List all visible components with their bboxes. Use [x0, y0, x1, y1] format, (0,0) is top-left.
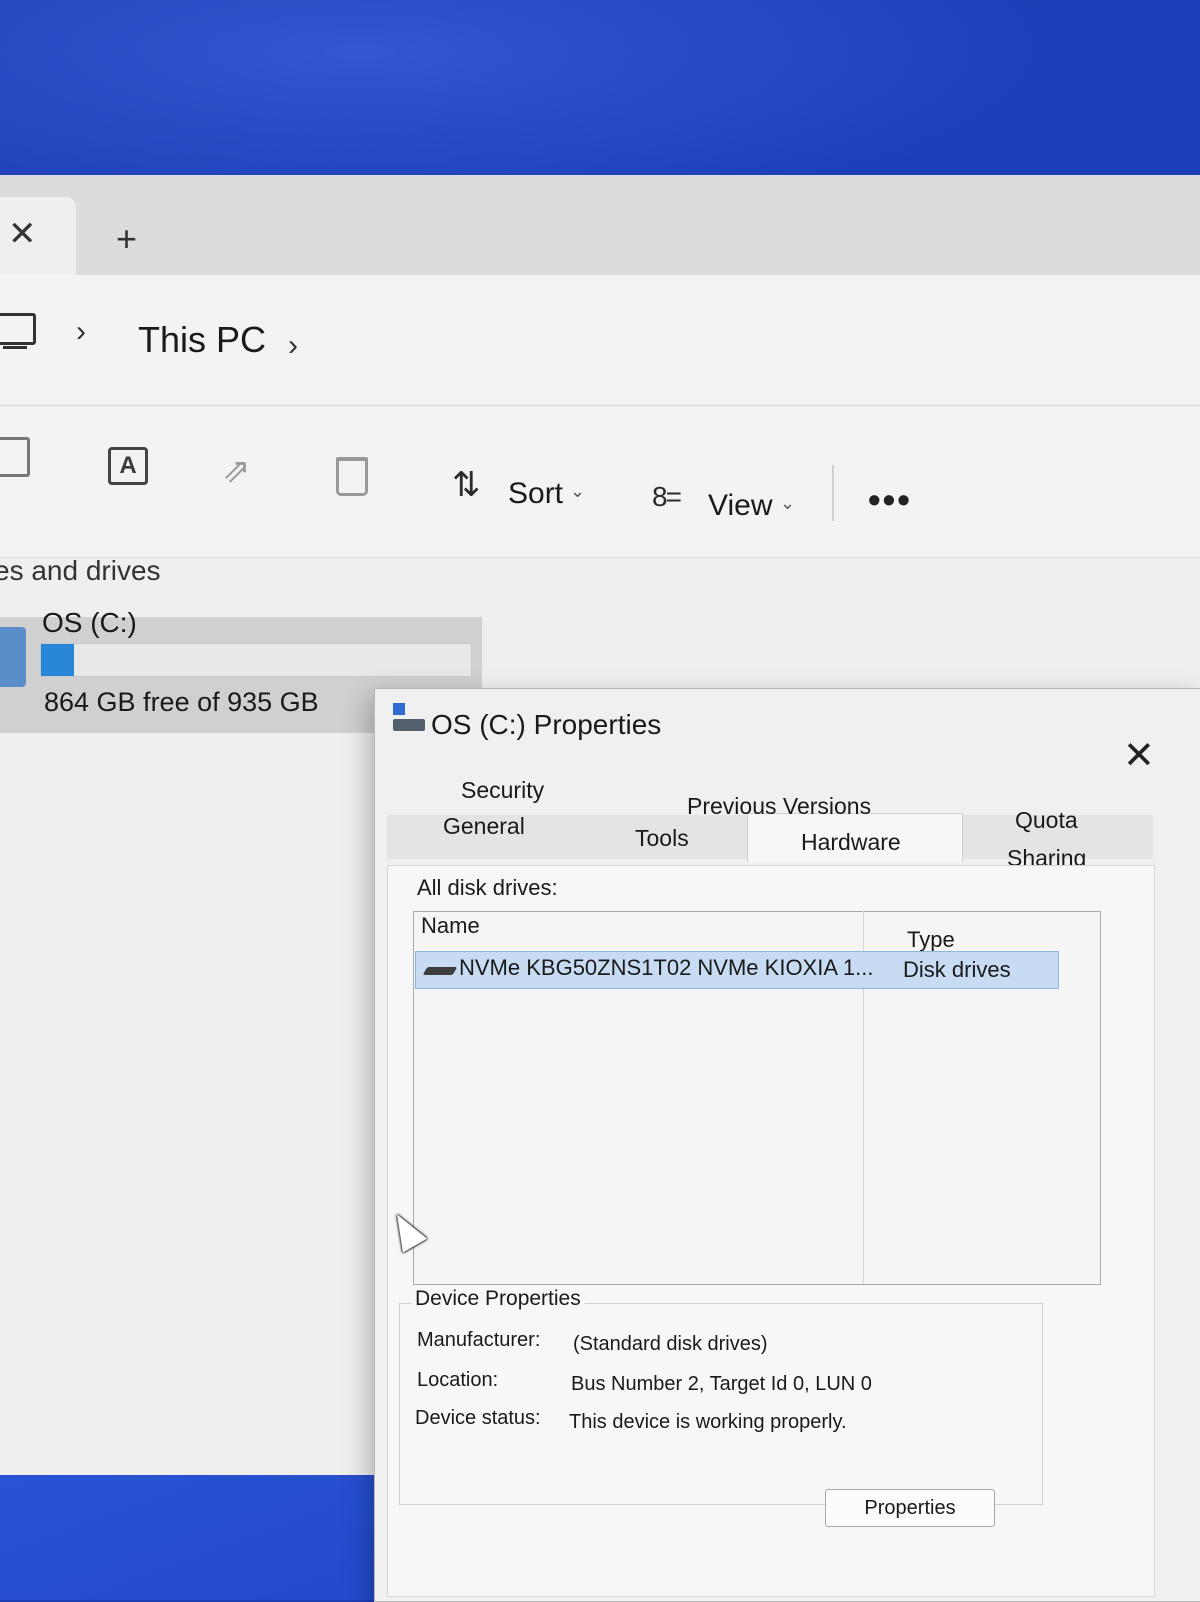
location-value: Bus Number 2, Target Id 0, LUN 0 — [571, 1373, 872, 1395]
column-header-type[interactable]: Type — [907, 927, 955, 953]
tab-security[interactable]: Security — [461, 777, 544, 804]
tab-general[interactable]: General — [443, 813, 525, 840]
drive-icon — [0, 627, 26, 687]
chevron-down-icon[interactable]: ⌄ — [780, 493, 795, 514]
toolbar-divider — [832, 465, 834, 521]
breadcrumb-chevron-icon[interactable]: › — [288, 329, 298, 363]
drive-free-space: 864 GB free of 935 GB — [44, 687, 319, 717]
rename-icon[interactable]: A — [108, 447, 148, 485]
tab-bar: ✕ + — [0, 175, 1200, 275]
device-status-label: Device status: — [415, 1407, 541, 1429]
manufacturer-value: (Standard disk drives) — [573, 1333, 768, 1355]
location-label: Location: — [417, 1369, 499, 1391]
column-header-name[interactable]: Name — [421, 913, 480, 939]
more-options-icon[interactable]: ••• — [868, 479, 912, 521]
dialog-title: OS (C:) Properties — [431, 709, 662, 740]
devices-and-drives-heading: es and drives — [0, 555, 161, 586]
close-icon[interactable]: ✕ — [1123, 737, 1155, 775]
tab-quota[interactable]: Quota — [1015, 807, 1078, 834]
drive-usage-bar — [40, 643, 472, 677]
properties-button[interactable]: Properties — [825, 1489, 995, 1527]
all-disk-drives-label: All disk drives: — [417, 875, 558, 900]
tab-hardware[interactable]: Hardware — [801, 829, 901, 856]
delete-icon[interactable] — [336, 457, 368, 496]
breadcrumb-chevron-icon[interactable]: › — [76, 315, 86, 349]
tab-previous-versions[interactable]: Previous Versions — [687, 793, 871, 820]
sort-button[interactable]: Sort — [508, 477, 563, 511]
device-status-value: This device is working properly. — [569, 1411, 847, 1433]
new-tab-icon[interactable]: + — [116, 221, 137, 257]
tab-close-icon[interactable]: ✕ — [8, 217, 37, 251]
chevron-down-icon[interactable]: ⌄ — [570, 481, 585, 502]
share-icon[interactable]: ⇗ — [222, 451, 251, 491]
view-icon[interactable]: 8= — [652, 481, 682, 513]
manufacturer-label: Manufacturer: — [417, 1329, 541, 1351]
sort-icon[interactable]: ⇅ — [452, 465, 481, 505]
computer-icon[interactable] — [0, 313, 36, 349]
command-bar — [0, 407, 1200, 558]
disk-drive-icon — [422, 967, 458, 975]
view-button[interactable]: View — [708, 489, 772, 523]
properties-dialog: OS (C:) Properties ✕ Security Previous V… — [374, 688, 1200, 1602]
drive-name: OS (C:) — [42, 607, 137, 638]
breadcrumb-this-pc[interactable]: This PC — [138, 319, 266, 361]
device-properties-title: Device Properties — [411, 1287, 585, 1311]
tab-tools[interactable]: Tools — [635, 825, 689, 852]
drive-usage-fill — [41, 644, 74, 676]
row-device-name: NVMe KBG50ZNS1T02 NVMe KIOXIA 1... — [459, 955, 874, 980]
row-device-type: Disk drives — [903, 957, 1011, 982]
copy-icon[interactable] — [0, 437, 30, 477]
drive-properties-icon — [393, 703, 425, 731]
